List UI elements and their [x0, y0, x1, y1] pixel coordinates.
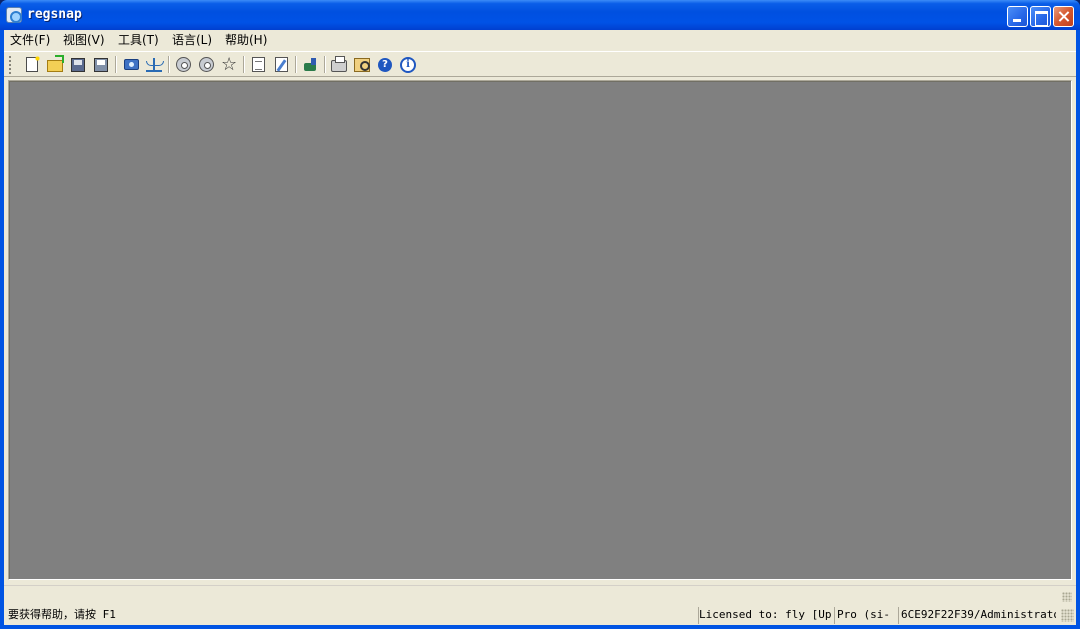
about-info-icon: i [400, 56, 416, 73]
status-edition: Pro (si- [834, 607, 894, 624]
disk-compare-button[interactable] [196, 55, 216, 74]
compare-scale-icon [146, 57, 164, 72]
mdi-workspace[interactable] [8, 80, 1072, 580]
save-button[interactable] [68, 55, 88, 74]
print-preview-button[interactable] [352, 55, 372, 74]
resize-grip[interactable] [1061, 609, 1074, 622]
help-button[interactable]: ? [375, 55, 395, 74]
toolbar-separator [295, 56, 297, 73]
disk-button[interactable] [173, 55, 193, 74]
close-button[interactable] [1053, 6, 1074, 27]
disk-compare-icon [198, 57, 214, 72]
title-bar[interactable]: regsnap [0, 0, 1080, 30]
print-button[interactable] [329, 55, 349, 74]
compare-button[interactable] [144, 55, 164, 74]
open-button[interactable] [45, 55, 65, 74]
status-bar: 要获得帮助，请按 F1 Licensed to: fly [UpK] Pro (… [4, 606, 1076, 625]
tools-button[interactable] [300, 55, 320, 74]
minimize-button[interactable] [1007, 6, 1028, 27]
help-icon: ? [378, 57, 392, 72]
toolbar: ? i [4, 51, 1076, 77]
menu-language[interactable]: 语言(L) [170, 32, 214, 48]
favorite-star-icon [221, 54, 237, 75]
tools-icon [302, 57, 318, 72]
edit-icon [274, 57, 288, 72]
print-preview-icon [354, 57, 370, 72]
menu-help[interactable]: 帮助(H) [223, 32, 269, 48]
main-window: regsnap 文件(F) 视图(V) 工具(T) 语言(L) 帮助(H) ☆ … [0, 0, 1080, 629]
report-doc-icon [251, 57, 265, 72]
app-icon[interactable] [6, 7, 22, 23]
menu-tools[interactable]: 工具(T) [116, 32, 161, 48]
menu-file[interactable]: 文件(F) [8, 32, 52, 48]
edit-button[interactable] [271, 55, 291, 74]
snapshot-button[interactable] [121, 55, 141, 74]
menu-view[interactable]: 视图(V) [61, 32, 107, 48]
status-license: Licensed to: fly [UpK] [698, 607, 832, 624]
toolbar-separator [324, 56, 326, 73]
open-icon [47, 55, 64, 72]
favorite-button[interactable] [219, 54, 239, 75]
report-button[interactable] [248, 55, 268, 74]
disk-icon [175, 57, 191, 72]
save-as-icon [94, 57, 108, 72]
toolbar-grip[interactable] [8, 55, 12, 74]
toolbar-separator [115, 56, 117, 73]
maximize-button[interactable] [1030, 6, 1051, 27]
workspace-bottom-bar [4, 585, 1076, 605]
toolbar-separator [243, 56, 245, 73]
new-snapshot-icon [26, 55, 41, 72]
window-title: regsnap [27, 7, 82, 22]
new-snapshot-button[interactable] [22, 55, 42, 74]
camera-icon [123, 59, 139, 70]
save-icon [71, 57, 85, 72]
toolbar-separator [168, 56, 170, 73]
status-user: 6CE92F22F39/Administrator [898, 607, 1056, 624]
about-button[interactable]: i [398, 55, 418, 74]
save-as-button[interactable] [91, 55, 111, 74]
menu-bar: 文件(F) 视图(V) 工具(T) 语言(L) 帮助(H) [4, 30, 1076, 50]
print-icon [331, 56, 347, 72]
client-area: 文件(F) 视图(V) 工具(T) 语言(L) 帮助(H) ☆ ? i 要获得帮… [4, 30, 1076, 625]
status-message: 要获得帮助，请按 F1 [8, 608, 116, 621]
